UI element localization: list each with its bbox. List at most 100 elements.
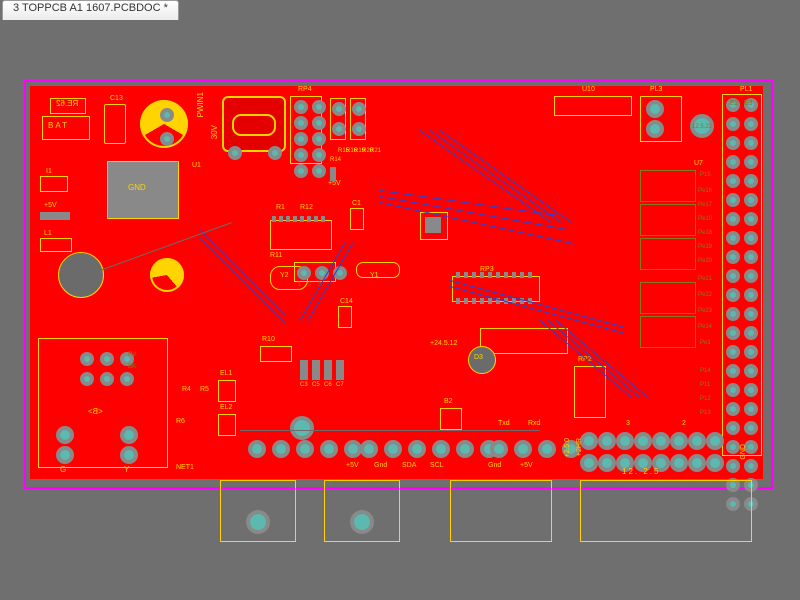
ref-pwin1: PWIN1 (197, 92, 205, 117)
pcb-canvas[interactable]: RE.62 BAT C13 PWIN1 30V RP4 (0, 20, 800, 600)
lbl-pe18: Pe18 (698, 230, 712, 236)
lbl-pe20: Pe20 (698, 258, 712, 264)
lbl-p12: P12 (700, 396, 711, 402)
pad (350, 510, 374, 534)
comp-block-2 (640, 204, 696, 236)
comp-block-3 (640, 238, 696, 270)
comp-c1 (350, 208, 364, 230)
ref-el1: EL1 (220, 370, 232, 377)
label-30v: 30V (211, 125, 219, 139)
comp-elco-small (150, 258, 184, 292)
label-12522: 12.5.22 (692, 124, 712, 130)
ref-c13: C13 (110, 95, 123, 102)
ref-r1: R1 (276, 204, 285, 211)
rp4-pins (294, 100, 326, 178)
document-tab[interactable]: 3 TOPPCB A1 1607.PCBDOC * (2, 0, 179, 20)
comp-qfn-pad (425, 217, 441, 233)
lbl-pe22: Pe22 (698, 292, 712, 298)
comp-el2 (218, 414, 236, 436)
edge-conn-p3 (450, 480, 552, 542)
ref-r4: R4 (182, 386, 191, 393)
lbl-5v2: +5V (520, 462, 533, 469)
lbl-p14: P14 (700, 368, 711, 374)
sel-1: 1 (298, 282, 301, 288)
lbl-gnd2: Gnd (488, 462, 501, 469)
pad (56, 426, 74, 444)
lbl-5v-hdr: +5V (346, 462, 359, 469)
sel-hdr-pins (297, 266, 347, 280)
comp-l1 (40, 238, 72, 252)
sel-2: 2 (308, 282, 311, 288)
ref-d3: D3 (474, 354, 483, 361)
mounting-hole-bc (290, 416, 314, 440)
pad (120, 446, 138, 464)
pad (332, 102, 346, 116)
comp-rp2 (574, 366, 606, 418)
ref-u10: U10 (582, 86, 595, 93)
ref-r11: R11 (270, 252, 282, 259)
pcb-viewport[interactable]: RE.62 BAT C13 PWIN1 30V RP4 (0, 20, 800, 600)
comp-i1 (40, 176, 68, 192)
ref-el2: EL2 (220, 404, 232, 411)
ref-pl3: PL3 (650, 86, 662, 93)
label-date: 12. 2.5 (622, 468, 660, 476)
label-24v: +24.5.12 (430, 340, 457, 347)
ref-i1: I1 (46, 168, 52, 175)
ref-c14: C14 (340, 298, 353, 305)
comp-el1 (218, 380, 236, 402)
ref-b-mirror: <B> (88, 408, 103, 416)
pad (332, 122, 346, 136)
comp-c14 (338, 306, 352, 328)
ref-y2: Y2 (280, 272, 289, 279)
lbl-pe1: Pe1 (700, 340, 711, 346)
comp-r10 (260, 346, 292, 362)
module-bl-pads (80, 352, 134, 386)
ic-center-pins-top (272, 216, 325, 222)
ref-c6: C6 (324, 382, 332, 388)
lbl-p25: +2.5.0 (564, 438, 571, 458)
ref-l1: L1 (44, 230, 52, 237)
ref-pl1: PL1 (740, 86, 752, 93)
comp-5v-pad (40, 212, 70, 220)
ref-r12: R12 (300, 204, 313, 211)
lbl-y: Y (124, 466, 129, 474)
trace (240, 430, 540, 431)
lbl-scl: SCL (430, 462, 444, 469)
cap-row (300, 360, 344, 380)
pad (352, 122, 366, 136)
bottom-header-right (580, 432, 720, 472)
pad (160, 132, 174, 146)
lbl-gnd-r: GND (740, 444, 747, 460)
label-gnd: GND (128, 184, 146, 192)
lbl-p11: P11 (700, 382, 710, 388)
pad (160, 108, 174, 122)
lbl-txd: Txd (498, 420, 510, 427)
pad (228, 146, 242, 160)
comp-u10 (554, 96, 632, 116)
label-e2: E2 (730, 100, 739, 107)
lbl-p2hr: +2HR (576, 438, 583, 456)
ref-net1: NET1 (176, 464, 194, 471)
bottom-header-mid (360, 440, 498, 458)
comp-block-1 (640, 170, 696, 202)
comp-dc-jack-barrel (232, 114, 276, 136)
ref-r6: R6 (176, 418, 185, 425)
lbl-p13: P13 (700, 410, 711, 416)
lbl-b2: B2 (444, 398, 453, 405)
ref-u1: U1 (192, 162, 201, 169)
comp-block-5 (640, 316, 696, 348)
pad (120, 426, 138, 444)
ref-c5: C5 (312, 382, 320, 388)
lbl-pe14: Pe14 (698, 324, 712, 330)
pad (56, 446, 74, 464)
pad (646, 120, 664, 138)
lbl-2: 2 (682, 420, 686, 427)
comp-b2 (440, 408, 462, 430)
ref-r5: R5 (200, 386, 209, 393)
lbl-sda: SDA (402, 462, 416, 469)
pad (268, 146, 282, 160)
ref-u7: U7 (694, 160, 703, 167)
lbl-p15: P15 (700, 172, 711, 178)
edge-conn-p4 (580, 480, 752, 542)
comp-c13 (104, 104, 126, 144)
